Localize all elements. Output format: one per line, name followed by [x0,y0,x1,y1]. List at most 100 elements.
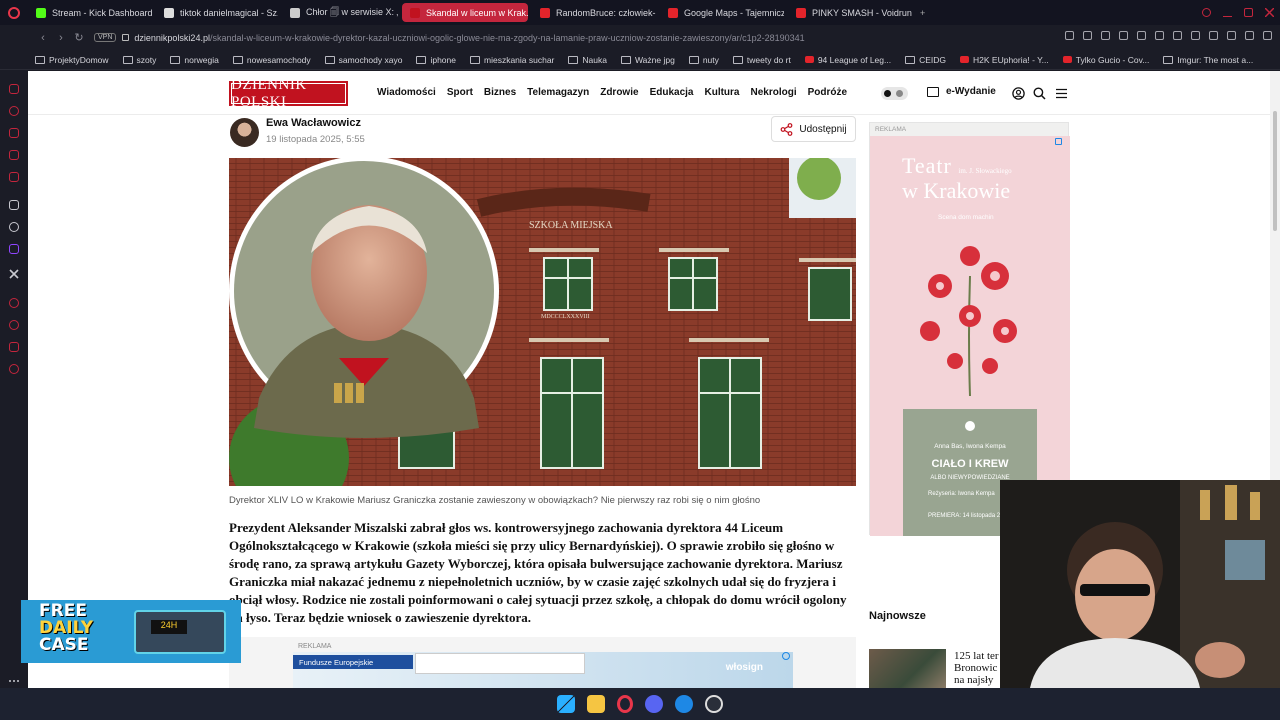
bookmark-item[interactable]: mieszkania suchar [470,55,554,65]
aria-sidebar-icon[interactable] [9,200,19,210]
nav-item[interactable]: Podróże [808,87,847,98]
history-sidebar-icon[interactable] [9,320,19,330]
side-ad[interactable]: REKLAMA Teatr im. J. Słowackiego w Krako… [869,122,1070,536]
share-button[interactable]: Udostępnij [771,116,856,142]
bookmark-item[interactable]: Nauka [568,55,607,65]
bookmark-icon[interactable] [1083,31,1092,40]
tabs-container: Stream - Kick Dashboard tiktok danielmagi… [28,3,916,22]
whatsapp-sidebar-icon[interactable] [9,106,19,116]
url-field[interactable]: dziennikpolski24.pl/skandal-w-liceum-w-k… [134,33,804,43]
bookmark-item[interactable]: samochody xayo [324,55,402,65]
bookmark-item[interactable]: Ważne jpg [620,55,675,65]
windows-start-icon[interactable] [557,695,575,713]
camera-icon[interactable] [1173,31,1182,40]
dark-mode-toggle[interactable] [881,87,908,100]
nav-item[interactable]: Biznes [484,87,516,98]
bookmark-label: Tylko Gucio - Cov... [1075,54,1150,65]
bookmark-item[interactable]: iphone [416,55,456,65]
messenger-sidebar-icon[interactable] [9,84,19,94]
x-sidebar-icon[interactable] [9,266,19,279]
browser-tab[interactable]: Skandal w liceum w Krak... [402,3,528,22]
free-daily-case-ad[interactable]: FREE DAILY CASE 24H [21,600,241,663]
instagram-sidebar-icon[interactable] [9,150,19,160]
close-icon[interactable] [1265,8,1274,17]
browser-tab[interactable]: Stream - Kick Dashboard [28,3,152,22]
bookmark-item[interactable]: CEIDG [905,55,946,65]
search-icon[interactable] [1033,87,1046,100]
bookmark-item[interactable]: Imgur: The most a... [1163,55,1253,65]
bottom-ad[interactable]: REKLAMA Fundusze Europejskie włosign [229,637,856,688]
discord-taskbar-icon[interactable] [645,695,663,713]
nav-item[interactable]: Nekrologi [750,87,796,98]
bookmark-item[interactable]: nuty [688,55,719,65]
download-icon[interactable] [1245,31,1254,40]
sidebar-more-icon[interactable] [9,670,19,682]
new-tab-button[interactable]: + [916,3,929,22]
back-icon[interactable]: ‹ [34,32,52,44]
news-thumbnail[interactable] [869,649,946,688]
profile-icon[interactable] [1227,31,1236,40]
wallet-icon[interactable] [1137,31,1146,40]
ewydanie-link[interactable]: e-Wydanie [927,86,996,97]
chatgpt-sidebar-icon[interactable] [9,222,19,232]
twitch-sidebar-icon[interactable] [9,244,19,254]
ad-brand: włosign [725,662,763,673]
heart-icon[interactable] [1191,31,1200,40]
account-icon[interactable] [1012,87,1025,100]
gmail-sidebar-icon[interactable] [9,172,19,182]
bookmark-item[interactable]: tweety do rt [732,55,791,65]
bookmark-item[interactable]: norwegia [170,55,219,65]
author-name[interactable]: Ewa Wacławowicz [266,117,361,129]
bookmark-item[interactable]: 94 League of Leg... [804,55,891,65]
maximize-icon[interactable] [1244,8,1253,17]
vpn-badge[interactable]: VPN [94,33,117,42]
teatr-banner[interactable]: Teatr im. J. Słowackiego w Krakowie Scen… [870,136,1070,536]
menu-icon[interactable] [1055,87,1068,100]
browser-tab[interactable]: Google Maps - Tajemnicz... [660,3,784,22]
steam-taskbar-icon[interactable] [705,695,723,713]
nav-item[interactable]: Telemagazyn [527,87,589,98]
minimize-icon[interactable] [1223,8,1232,17]
messenger-taskbar-icon[interactable] [675,695,693,713]
player-sidebar-icon[interactable] [9,298,19,308]
nav-item[interactable]: Wiadomości [377,87,436,98]
file-explorer-icon[interactable] [587,695,605,713]
snapshot-icon[interactable] [1101,31,1110,40]
bookmark-item[interactable]: nowesamochody [232,55,311,65]
pinboard-sidebar-icon[interactable] [9,342,19,352]
scrollbar-thumb[interactable] [1273,111,1277,231]
shield-icon[interactable] [1119,31,1128,40]
case-timer: 24H [151,620,187,634]
nav-item[interactable]: Zdrowie [600,87,638,98]
opera-menu-icon[interactable] [0,0,28,25]
nav-item[interactable]: Kultura [704,87,739,98]
site-logo[interactable]: DZIENNIK POLSKI [229,77,348,110]
adchoices-icon[interactable] [1055,138,1062,145]
easy-setup-icon[interactable] [1263,31,1272,40]
bookmark-item[interactable]: H2K EUphoria! - Y... [960,55,1049,65]
nav-item[interactable]: Edukacja [650,87,694,98]
news-headline[interactable]: 125 lat ter Bronowic na najsły [954,650,999,686]
nav-item[interactable]: Sport [447,87,473,98]
reader-icon[interactable] [1065,31,1074,40]
search-tabs-icon[interactable] [1202,8,1211,17]
site-icon [1163,55,1174,64]
telegram-sidebar-icon[interactable] [9,128,19,138]
forward-icon[interactable]: › [52,32,70,44]
bookmark-item[interactable]: Tylko Gucio - Cov... [1062,54,1150,65]
browser-tab[interactable]: Chłor 🗐 w serwisie X: „j [282,3,398,22]
article-hero-image[interactable]: SZKOŁA MIEJSKA MDCCCLXXXVIII [229,158,856,486]
bookmark-item[interactable]: szoty [122,55,156,65]
opera-taskbar-icon[interactable] [617,695,633,713]
bookmark-item[interactable]: ProjektyDomow [35,55,109,65]
extensions-icon[interactable] [1209,31,1218,40]
browser-tab[interactable]: PINKY SMASH - Voidrunn... [788,3,912,22]
browser-tab[interactable]: RandomBruce: człowiek-... [532,3,656,22]
ad-info-icon[interactable] [782,652,790,660]
reload-icon[interactable]: ↻ [70,31,88,44]
settings-sidebar-icon[interactable] [9,364,19,374]
eu-funds-banner[interactable]: Fundusze Europejskie włosign [293,652,793,688]
author-avatar[interactable] [230,118,259,147]
browser-tab[interactable]: tiktok danielmagical - Sz... [156,3,278,22]
play-icon[interactable] [1155,31,1164,40]
